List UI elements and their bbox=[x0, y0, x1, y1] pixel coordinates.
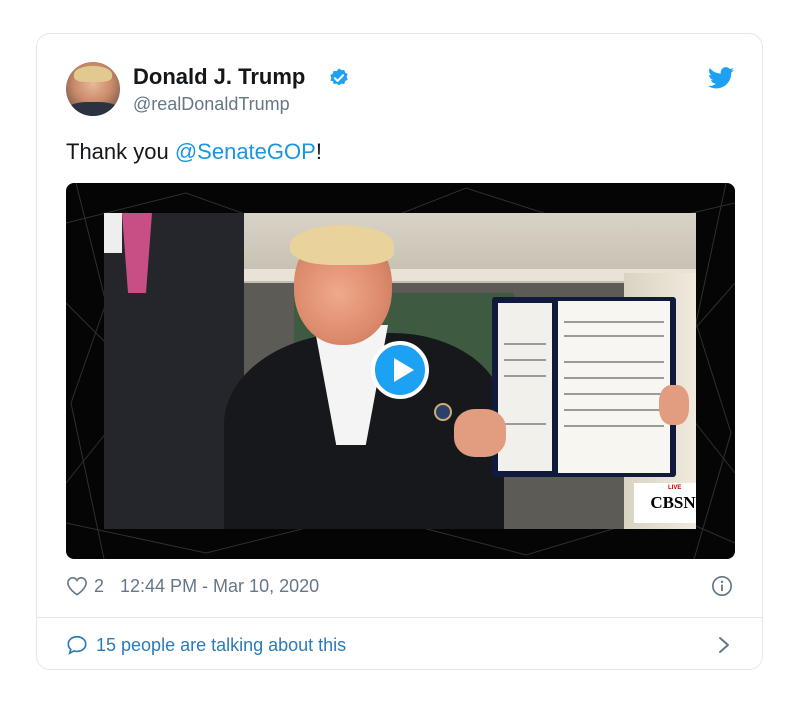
twitter-bird-icon[interactable] bbox=[708, 67, 734, 89]
heart-icon[interactable] bbox=[66, 576, 88, 596]
avatar[interactable] bbox=[66, 62, 120, 116]
divider bbox=[37, 617, 762, 618]
doc-line bbox=[504, 343, 546, 345]
video-player[interactable]: LIVE CBSN bbox=[66, 183, 735, 559]
watermark-label: CBSN bbox=[650, 493, 696, 512]
conversation-link[interactable]: 15 people are talking about this bbox=[66, 632, 346, 658]
doc-line bbox=[564, 321, 664, 323]
avatar-hair bbox=[74, 66, 112, 82]
chevron-right-icon[interactable] bbox=[717, 636, 731, 654]
scene-hair bbox=[290, 225, 394, 265]
author-handle[interactable]: @realDonaldTrump bbox=[133, 94, 290, 115]
doc-line bbox=[564, 425, 664, 427]
scene-person-left bbox=[104, 213, 244, 529]
talking-label: 15 people are talking about this bbox=[96, 634, 347, 655]
play-icon[interactable] bbox=[371, 341, 429, 399]
doc-line bbox=[564, 335, 664, 337]
scene-hand bbox=[659, 385, 689, 425]
tweet-meta: 2 12:44 PM - Mar 10, 2020 bbox=[66, 574, 319, 598]
cbsn-watermark: LIVE CBSN bbox=[634, 483, 696, 523]
verified-badge-icon bbox=[330, 68, 348, 86]
doc-line bbox=[564, 409, 664, 411]
doc-line bbox=[564, 377, 664, 379]
live-label: LIVE bbox=[668, 485, 682, 491]
scene-shirt-left bbox=[104, 213, 122, 253]
scene-seal bbox=[434, 403, 452, 421]
doc-line bbox=[504, 359, 546, 361]
timestamp[interactable]: 12:44 PM - Mar 10, 2020 bbox=[120, 576, 319, 597]
scene-page-left bbox=[498, 303, 552, 471]
author-name[interactable]: Donald J. Trump bbox=[133, 64, 305, 90]
mention-link[interactable]: @SenateGOP bbox=[175, 139, 316, 164]
tweet-text: Thank you @SenateGOP! bbox=[66, 139, 322, 165]
speech-bubble-icon bbox=[67, 635, 87, 655]
info-icon[interactable] bbox=[711, 575, 733, 597]
doc-line bbox=[504, 375, 546, 377]
like-count[interactable]: 2 bbox=[94, 576, 104, 597]
doc-line bbox=[504, 423, 546, 425]
tweet-card[interactable]: Donald J. Trump @realDonaldTrump Thank y… bbox=[36, 33, 763, 670]
doc-line bbox=[564, 361, 664, 363]
scene-hand bbox=[454, 409, 506, 457]
doc-line bbox=[564, 393, 664, 395]
tweet-text-lead: Thank you bbox=[66, 139, 175, 164]
scene-page-right bbox=[558, 301, 670, 473]
tweet-text-tail: ! bbox=[315, 139, 322, 164]
avatar-suit bbox=[66, 102, 120, 116]
